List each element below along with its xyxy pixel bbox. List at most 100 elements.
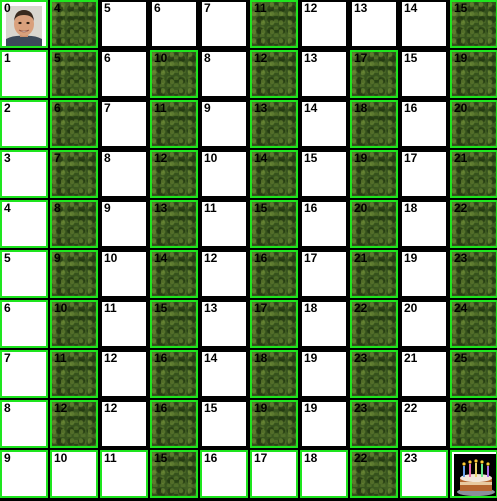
board-cell[interactable]: 11 (50, 350, 98, 398)
board-cell[interactable]: 16 (200, 450, 248, 498)
board-cell[interactable]: 13 (200, 300, 248, 348)
board-cell[interactable]: 18 (400, 200, 448, 248)
board-cell[interactable]: 13 (300, 50, 348, 98)
board-cell[interactable]: 6 (100, 50, 148, 98)
board-cell[interactable]: 24 (450, 300, 497, 348)
board-cell[interactable]: 16 (150, 350, 198, 398)
board-cell[interactable]: 17 (350, 50, 398, 98)
board-cell[interactable]: 18 (300, 300, 348, 348)
board-cell[interactable]: 11 (150, 100, 198, 148)
board-cell[interactable]: 9 (100, 200, 148, 248)
board-cell[interactable]: 17 (250, 300, 298, 348)
board-cell[interactable]: 9 (200, 100, 248, 148)
board-cell[interactable]: 8 (0, 400, 48, 448)
board-cell[interactable]: 26 (450, 400, 497, 448)
board-cell[interactable]: 20 (400, 300, 448, 348)
board-cell[interactable]: 11 (100, 300, 148, 348)
board-cell[interactable]: 12 (300, 0, 348, 48)
board-cell[interactable]: 0 (0, 0, 48, 48)
board-cell[interactable]: 20 (350, 200, 398, 248)
board-cell[interactable]: 14 (200, 350, 248, 398)
board-cell[interactable]: 17 (400, 150, 448, 198)
board-cell[interactable]: 23 (400, 450, 448, 498)
board-cell[interactable]: 8 (200, 50, 248, 98)
board-cell[interactable]: 22 (400, 400, 448, 448)
board-cell[interactable]: 8 (50, 200, 98, 248)
board-cell[interactable]: 7 (50, 150, 98, 198)
board-cell[interactable]: 21 (400, 350, 448, 398)
board-cell[interactable]: 12 (200, 250, 248, 298)
board-cell[interactable]: 4 (0, 200, 48, 248)
board-cell[interactable]: 3 (0, 150, 48, 198)
board-cell[interactable]: 12 (250, 50, 298, 98)
board-cell[interactable]: 7 (100, 100, 148, 148)
board-cell[interactable]: 19 (450, 50, 497, 98)
board-cell[interactable]: 23 (450, 250, 497, 298)
board-cell[interactable]: 9 (50, 250, 98, 298)
board-cell[interactable]: 10 (150, 50, 198, 98)
board-cell[interactable]: 15 (200, 400, 248, 448)
board-cell[interactable]: 17 (250, 450, 298, 498)
board-cell[interactable]: 5 (0, 250, 48, 298)
board-cell[interactable]: 10 (50, 300, 98, 348)
board-cell[interactable]: 5 (50, 50, 98, 98)
board-cell[interactable]: 19 (300, 350, 348, 398)
board-cell[interactable]: 16 (400, 100, 448, 148)
board-cell[interactable]: 7 (200, 0, 248, 48)
board-cell[interactable]: 20 (450, 100, 497, 148)
board-cell[interactable]: 10 (200, 150, 248, 198)
board-cell[interactable]: 11 (100, 450, 148, 498)
board-cell[interactable]: 6 (150, 0, 198, 48)
board-cell[interactable]: 2 (0, 100, 48, 148)
board-cell[interactable]: 22 (350, 450, 398, 498)
board-cell[interactable]: 21 (350, 250, 398, 298)
board-cell[interactable]: 12 (100, 350, 148, 398)
board-cell[interactable]: 13 (150, 200, 198, 248)
board-cell[interactable]: 25 (450, 350, 497, 398)
board-cell[interactable]: 5 (100, 0, 148, 48)
board-cell[interactable]: 18 (250, 350, 298, 398)
board-cell[interactable]: 19 (250, 400, 298, 448)
board-cell[interactable]: 18 (300, 450, 348, 498)
board-cell[interactable]: 17 (300, 250, 348, 298)
board-cell[interactable]: 14 (250, 150, 298, 198)
board-cell[interactable] (450, 450, 497, 498)
board-cell[interactable]: 15 (300, 150, 348, 198)
board-cell[interactable]: 14 (300, 100, 348, 148)
board-cell[interactable]: 4 (50, 0, 98, 48)
board-cell[interactable]: 14 (150, 250, 198, 298)
board-cell[interactable]: 6 (0, 300, 48, 348)
board-cell[interactable]: 23 (350, 400, 398, 448)
board-cell[interactable]: 1 (0, 50, 48, 98)
board-cell[interactable]: 16 (150, 400, 198, 448)
board-cell[interactable]: 13 (250, 100, 298, 148)
board-cell[interactable]: 18 (350, 100, 398, 148)
board-cell[interactable]: 21 (450, 150, 497, 198)
board-cell[interactable]: 16 (250, 250, 298, 298)
board-cell[interactable]: 23 (350, 350, 398, 398)
board-cell[interactable]: 19 (350, 150, 398, 198)
board-cell[interactable]: 15 (250, 200, 298, 248)
board-cell[interactable]: 13 (350, 0, 398, 48)
board-cell[interactable]: 19 (400, 250, 448, 298)
board-cell[interactable]: 12 (100, 400, 148, 448)
board-cell[interactable]: 16 (300, 200, 348, 248)
board-cell[interactable]: 15 (150, 300, 198, 348)
board-cell[interactable]: 22 (450, 200, 497, 248)
board-cell[interactable]: 14 (400, 0, 448, 48)
board-cell[interactable]: 8 (100, 150, 148, 198)
board-cell[interactable]: 7 (0, 350, 48, 398)
board-cell[interactable]: 6 (50, 100, 98, 148)
board-cell[interactable]: 10 (100, 250, 148, 298)
board-cell[interactable]: 22 (350, 300, 398, 348)
board-cell[interactable]: 15 (450, 0, 497, 48)
board-cell[interactable]: 19 (300, 400, 348, 448)
board-cell[interactable]: 9 (0, 450, 48, 498)
board-cell[interactable]: 10 (50, 450, 98, 498)
board-cell[interactable]: 12 (150, 150, 198, 198)
board-cell[interactable]: 15 (150, 450, 198, 498)
board-cell[interactable]: 11 (200, 200, 248, 248)
board-cell[interactable]: 11 (250, 0, 298, 48)
board-cell[interactable]: 15 (400, 50, 448, 98)
board-cell[interactable]: 12 (50, 400, 98, 448)
